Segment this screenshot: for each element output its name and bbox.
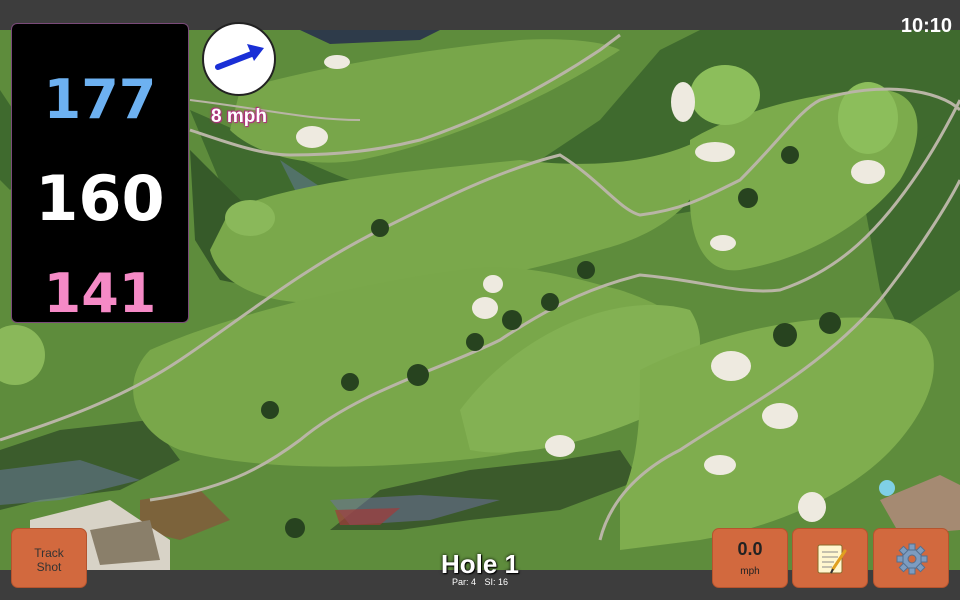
settings-button[interactable] [873, 528, 949, 588]
wind-direction-arrow-icon [215, 44, 264, 70]
hole-title: Hole 1 [440, 549, 520, 579]
hole-stroke-index: SI: 16 [484, 577, 509, 587]
gear-icon [896, 543, 928, 575]
wind-speed: 8 mph [211, 106, 267, 127]
speed-button[interactable]: 0.0 mph [712, 528, 788, 588]
distance-front: 141 [43, 262, 157, 325]
wind-indicator [202, 22, 276, 96]
distance-back: 177 [43, 68, 157, 131]
track-shot-label-line1: Track [34, 546, 64, 560]
track-shot-label-line2: Shot [36, 560, 62, 574]
speed-value: 0.0 [737, 539, 763, 559]
clock: 10:10 [900, 15, 952, 37]
distance-middle: 160 [35, 162, 165, 235]
notepad-icon [817, 544, 847, 574]
distance-panel: 177 160 141 [11, 23, 189, 325]
notes-button[interactable] [792, 528, 868, 588]
hole-info: Par: 4 SI: 16 [380, 577, 580, 587]
speed-unit: mph [740, 566, 760, 577]
hole-par: Par: 4 [451, 577, 476, 587]
track-shot-button[interactable]: Track Shot [11, 528, 87, 588]
